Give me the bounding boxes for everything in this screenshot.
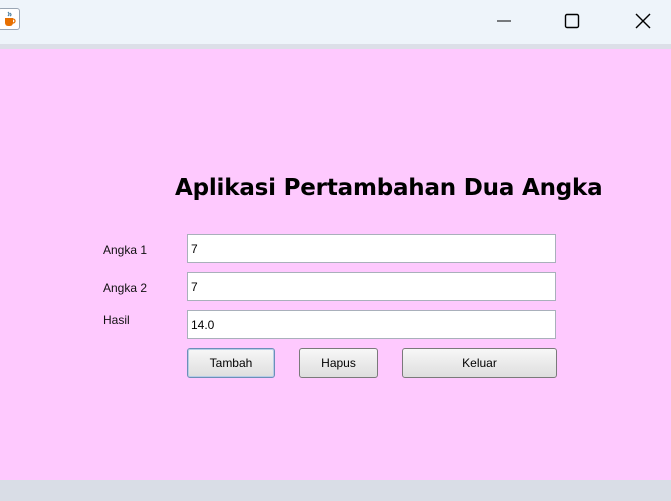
close-button[interactable]: [620, 0, 666, 42]
close-icon: [635, 13, 651, 29]
angka-1-label: Angka 1: [103, 243, 148, 257]
form-panel: [0, 49, 671, 480]
angka-2-label: Angka 2: [103, 281, 148, 295]
title-bar: [0, 0, 671, 44]
page-title: Aplikasi Pertambahan Dua Angka: [175, 175, 603, 201]
angka-1-field[interactable]: [187, 234, 556, 263]
maximize-icon: [564, 13, 580, 29]
keluar-button[interactable]: Keluar: [402, 348, 557, 378]
maximize-button[interactable]: [549, 0, 595, 42]
angka-2-field[interactable]: [187, 272, 556, 301]
java-app-icon[interactable]: [0, 8, 20, 30]
hasil-label: Hasil: [103, 313, 130, 327]
hasil-field[interactable]: [187, 310, 556, 339]
minimize-icon: [497, 20, 511, 22]
minimize-button[interactable]: [481, 0, 527, 42]
window-bottom-edge: [0, 480, 671, 501]
tambah-button[interactable]: Tambah: [187, 348, 275, 378]
hapus-button[interactable]: Hapus: [299, 348, 378, 378]
